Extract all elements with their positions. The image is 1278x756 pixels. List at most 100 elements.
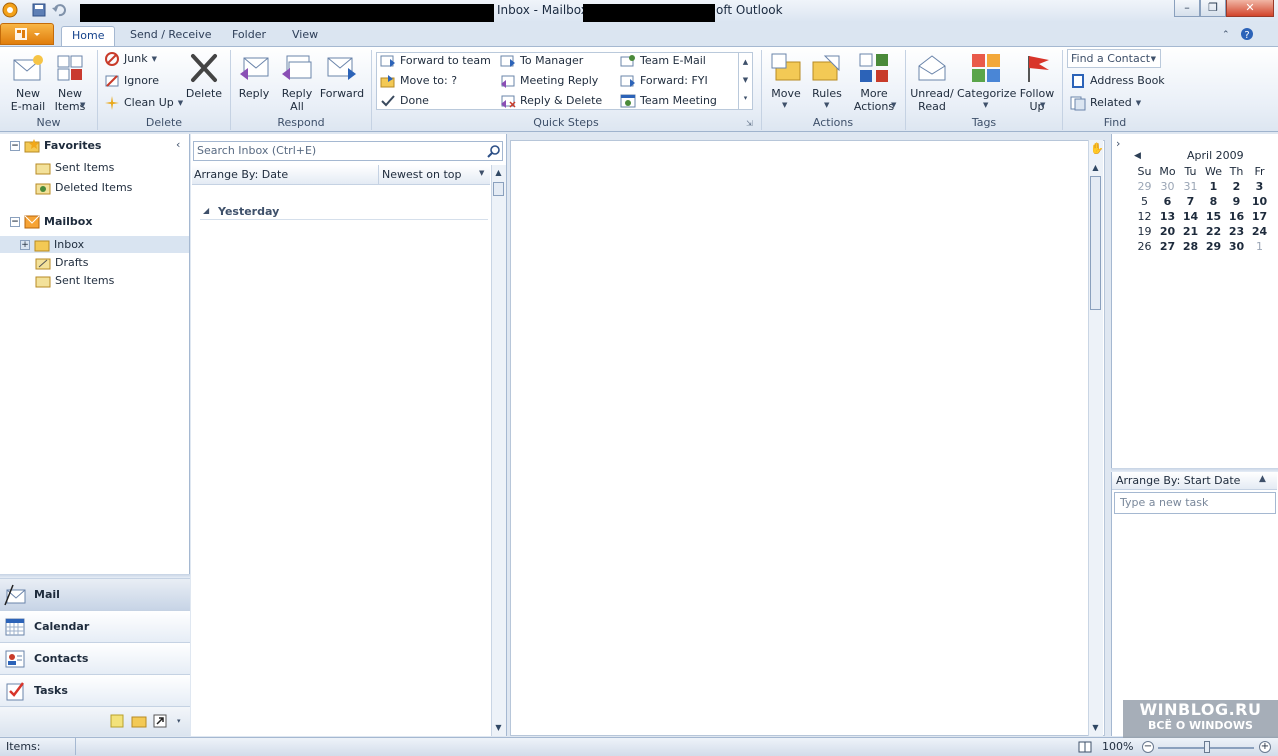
calendar-day[interactable]: 10 xyxy=(1248,194,1271,209)
calendar-day[interactable]: 20 xyxy=(1156,224,1179,239)
arrange-by-date[interactable]: Arrange By: Date xyxy=(194,168,288,181)
calendar-day[interactable]: 19 xyxy=(1133,224,1156,239)
undo-icon[interactable] xyxy=(52,3,66,17)
calendar-day[interactable]: 29 xyxy=(1133,179,1156,194)
junk-button[interactable]: Junk ▼ xyxy=(104,49,157,69)
minimize-button[interactable]: – xyxy=(1174,0,1200,17)
rules-button[interactable]: Rules xyxy=(808,52,846,100)
calendar-day[interactable]: 22 xyxy=(1202,224,1225,239)
expand-icon[interactable]: + xyxy=(20,240,30,250)
dialog-launcher-icon[interactable]: ⇲ xyxy=(746,119,753,128)
related-button[interactable]: Related ▼ xyxy=(1070,93,1141,113)
quick-steps-scroll[interactable]: ▲ ▼ ▾ xyxy=(738,53,752,109)
tab-folder[interactable]: Folder xyxy=(222,26,276,46)
zoom-slider-thumb[interactable] xyxy=(1204,741,1210,753)
calendar-day[interactable]: 8 xyxy=(1202,194,1225,209)
reading-scroll-up-icon[interactable]: ▲ xyxy=(1088,160,1103,175)
reading-scroll-down-icon[interactable]: ▼ xyxy=(1088,720,1103,735)
categorize-button[interactable]: Categorize xyxy=(957,52,1016,100)
delete-button[interactable]: Delete xyxy=(183,52,225,100)
nav-button-calendar[interactable]: Calendar xyxy=(0,610,190,642)
address-book-button[interactable]: Address Book xyxy=(1070,71,1165,91)
file-tab[interactable] xyxy=(0,23,54,45)
tab-send-receive[interactable]: Send / Receive xyxy=(120,26,221,46)
scroll-up-icon[interactable]: ▲ xyxy=(491,165,506,180)
calendar-day[interactable]: 28 xyxy=(1179,239,1202,254)
expand-todo-icon[interactable]: › xyxy=(1116,137,1120,150)
nav-button-tasks[interactable]: Tasks xyxy=(0,674,190,706)
reply-button[interactable]: Reply xyxy=(235,52,273,100)
nav-favorite-sent-items[interactable]: Sent Items xyxy=(35,159,114,177)
calendar-day[interactable]: 14 xyxy=(1179,209,1202,224)
reading-view-icon[interactable] xyxy=(1078,740,1092,754)
calendar-day[interactable]: 13 xyxy=(1156,209,1179,224)
calendar-day[interactable]: 9 xyxy=(1225,194,1248,209)
move-button[interactable]: Move xyxy=(766,52,806,100)
folder-list-icon[interactable] xyxy=(131,714,147,728)
configure-buttons-icon[interactable]: ▾ xyxy=(177,717,181,725)
tab-view[interactable]: View xyxy=(282,26,328,46)
favorites-header[interactable]: − Favorites xyxy=(10,136,101,156)
calendar-day[interactable]: 1 xyxy=(1248,239,1271,254)
nav-button-contacts[interactable]: Contacts xyxy=(0,642,190,674)
calendar-day[interactable]: 6 xyxy=(1156,194,1179,209)
zoom-out-button[interactable]: − xyxy=(1142,741,1154,753)
calendar-day[interactable]: 2 xyxy=(1225,179,1248,194)
calendar-day[interactable]: 30 xyxy=(1156,179,1179,194)
search-inbox-input[interactable]: Search Inbox (Ctrl+E) xyxy=(193,141,503,161)
zoom-level[interactable]: 100% xyxy=(1102,740,1133,753)
quick-step-team-email[interactable]: Team E-Mail xyxy=(620,51,706,71)
nav-button-mail[interactable]: Mail xyxy=(0,578,190,610)
calendar-day[interactable]: 1 xyxy=(1202,179,1225,194)
nav-folder-drafts[interactable]: Drafts xyxy=(35,254,88,272)
calendar-day[interactable]: 12 xyxy=(1133,209,1156,224)
quick-step-team-meeting[interactable]: Team Meeting xyxy=(620,91,717,111)
sort-order[interactable]: Newest on top xyxy=(382,168,462,181)
group-header-yesterday[interactable]: Yesterday xyxy=(218,205,279,218)
calendar-day[interactable]: 27 xyxy=(1156,239,1179,254)
outlook-app-icon[interactable] xyxy=(2,2,18,18)
nav-folder-sent-items[interactable]: Sent Items xyxy=(35,272,114,290)
reading-scroll-thumb[interactable] xyxy=(1090,176,1101,310)
zoom-in-button[interactable]: + xyxy=(1259,741,1271,753)
forward-button[interactable]: Forward xyxy=(319,52,365,100)
quick-step-forward-to-team[interactable]: Forward to team xyxy=(380,51,491,71)
nav-folder-inbox[interactable]: + Inbox xyxy=(20,236,84,254)
calendar-day[interactable]: 24 xyxy=(1248,224,1271,239)
calendar-day[interactable]: 5 xyxy=(1133,194,1156,209)
calendar-day[interactable]: 31 xyxy=(1179,179,1202,194)
calendar-day[interactable]: 21 xyxy=(1179,224,1202,239)
ribbon-minimize-icon[interactable]: ⌃ xyxy=(1222,30,1230,40)
nav-favorite-deleted-items[interactable]: Deleted Items xyxy=(35,179,132,197)
shortcuts-icon[interactable] xyxy=(153,714,167,728)
quick-step-forward-fyi[interactable]: Forward: FYI xyxy=(620,71,708,91)
scroll-down-icon[interactable]: ▼ xyxy=(491,720,506,735)
calendar-day[interactable]: 23 xyxy=(1225,224,1248,239)
calendar-day[interactable]: 3 xyxy=(1248,179,1271,194)
prev-month-icon[interactable]: ◀ xyxy=(1134,151,1141,161)
unread-read-button[interactable]: Unread/ Read xyxy=(909,52,955,113)
mailbox-header[interactable]: − Mailbox xyxy=(10,212,92,232)
calendar-day[interactable]: 16 xyxy=(1225,209,1248,224)
quick-step-reply-delete[interactable]: Reply & Delete xyxy=(500,91,602,111)
arrange-by-start-date[interactable]: Arrange By: Start Date xyxy=(1116,474,1240,487)
calendar-day[interactable]: 15 xyxy=(1202,209,1225,224)
calendar-day[interactable]: 30 xyxy=(1225,239,1248,254)
follow-up-button[interactable]: Follow Up xyxy=(1016,52,1058,113)
pan-hand-icon[interactable]: ✋ xyxy=(1090,142,1104,155)
calendar-day[interactable]: 26 xyxy=(1133,239,1156,254)
scroll-thumb[interactable] xyxy=(493,182,504,196)
maximize-button[interactable]: ❐ xyxy=(1200,0,1226,17)
collapse-icon[interactable]: − xyxy=(10,217,20,227)
save-icon[interactable] xyxy=(32,3,46,17)
reply-all-button[interactable]: Reply All xyxy=(277,52,317,113)
new-task-input[interactable]: Type a new task xyxy=(1114,492,1276,514)
ignore-button[interactable]: Ignore xyxy=(104,71,159,91)
quick-step-done[interactable]: Done xyxy=(380,91,429,111)
collapse-nav-icon[interactable]: ‹ xyxy=(176,138,180,151)
quick-step-to-manager[interactable]: To Manager xyxy=(500,51,583,71)
group-collapse-icon[interactable]: ◢ xyxy=(203,206,209,215)
find-contact-box[interactable]: Find a Contact ▼ xyxy=(1067,49,1161,68)
calendar-day[interactable]: 17 xyxy=(1248,209,1271,224)
calendar-day[interactable]: 7 xyxy=(1179,194,1202,209)
